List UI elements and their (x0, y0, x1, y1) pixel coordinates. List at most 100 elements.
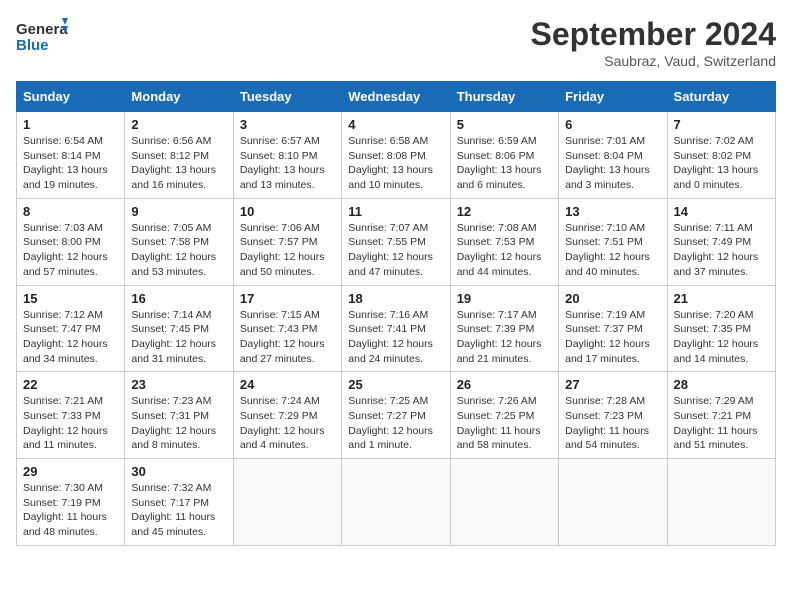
svg-text:General: General (16, 21, 68, 38)
day-info: Sunrise: 7:14 AM Sunset: 7:45 PM Dayligh… (131, 308, 226, 367)
day-number: 9 (131, 204, 226, 219)
day-info: Sunrise: 7:30 AM Sunset: 7:19 PM Dayligh… (23, 481, 118, 540)
day-number: 7 (674, 117, 769, 132)
calendar-cell: 21Sunrise: 7:20 AM Sunset: 7:35 PM Dayli… (667, 285, 775, 372)
calendar-cell: 9 Sunrise: 7:05 AM Sunset: 7:58 PM Daylig… (125, 198, 233, 285)
calendar-cell: 2 Sunrise: 6:56 AM Sunset: 8:12 PM Daylig… (125, 112, 233, 199)
day-of-week-row: SundayMondayTuesdayWednesdayThursdayFrid… (17, 82, 776, 112)
day-info: Sunrise: 6:57 AM Sunset: 8:10 PM Dayligh… (240, 134, 335, 193)
day-info: Sunrise: 7:03 AM Sunset: 8:00 PM Dayligh… (23, 221, 118, 280)
day-number: 1 (23, 117, 118, 132)
day-number: 19 (457, 291, 552, 306)
day-number: 21 (674, 291, 769, 306)
day-number: 4 (348, 117, 443, 132)
calendar-cell: 7 Sunrise: 7:02 AM Sunset: 8:02 PM Daylig… (667, 112, 775, 199)
dow-header: Thursday (450, 82, 558, 112)
calendar-cell: 23Sunrise: 7:23 AM Sunset: 7:31 PM Dayli… (125, 372, 233, 459)
day-info: Sunrise: 7:07 AM Sunset: 7:55 PM Dayligh… (348, 221, 443, 280)
calendar-cell: 19 Sunrise: 7:17 AM Sunset: 7:39 PM Dayli… (450, 285, 558, 372)
day-info: Sunrise: 7:24 AM Sunset: 7:29 PM Dayligh… (240, 394, 335, 453)
day-number: 5 (457, 117, 552, 132)
day-info: Sunrise: 7:06 AM Sunset: 7:57 PM Dayligh… (240, 221, 335, 280)
dow-header: Monday (125, 82, 233, 112)
day-number: 17 (240, 291, 335, 306)
day-number: 13 (565, 204, 660, 219)
month-title: September 2024 (531, 16, 776, 53)
calendar-cell (559, 459, 667, 546)
calendar-cell: 24 Sunrise: 7:24 AM Sunset: 7:29 PM Dayli… (233, 372, 341, 459)
calendar-cell: 13 Sunrise: 7:10 AM Sunset: 7:51 PM Dayli… (559, 198, 667, 285)
calendar-cell (450, 459, 558, 546)
title-block: September 2024 Saubraz, Vaud, Switzerlan… (531, 16, 776, 69)
day-number: 14 (674, 204, 769, 219)
dow-header: Tuesday (233, 82, 341, 112)
day-info: Sunrise: 7:21 AM Sunset: 7:33 PM Dayligh… (23, 394, 118, 453)
dow-header: Wednesday (342, 82, 450, 112)
calendar-cell: 15Sunrise: 7:12 AM Sunset: 7:47 PM Dayli… (17, 285, 125, 372)
calendar-cell: 27Sunrise: 7:28 AM Sunset: 7:23 PM Dayli… (559, 372, 667, 459)
day-number: 27 (565, 377, 660, 392)
calendar-cell: 22Sunrise: 7:21 AM Sunset: 7:33 PM Dayli… (17, 372, 125, 459)
day-info: Sunrise: 7:15 AM Sunset: 7:43 PM Dayligh… (240, 308, 335, 367)
day-number: 16 (131, 291, 226, 306)
calendar-cell: 4 Sunrise: 6:58 AM Sunset: 8:08 PM Daylig… (342, 112, 450, 199)
calendar-table: SundayMondayTuesdayWednesdayThursdayFrid… (16, 81, 776, 546)
logo-svg: General Blue (16, 16, 68, 56)
day-info: Sunrise: 7:17 AM Sunset: 7:39 PM Dayligh… (457, 308, 552, 367)
day-info: Sunrise: 7:16 AM Sunset: 7:41 PM Dayligh… (348, 308, 443, 367)
day-number: 6 (565, 117, 660, 132)
day-info: Sunrise: 6:56 AM Sunset: 8:12 PM Dayligh… (131, 134, 226, 193)
calendar-cell: 8 Sunrise: 7:03 AM Sunset: 8:00 PM Daylig… (17, 198, 125, 285)
calendar-cell: 17 Sunrise: 7:15 AM Sunset: 7:43 PM Dayli… (233, 285, 341, 372)
dow-header: Sunday (17, 82, 125, 112)
day-info: Sunrise: 7:10 AM Sunset: 7:51 PM Dayligh… (565, 221, 660, 280)
calendar-cell (233, 459, 341, 546)
calendar-cell (342, 459, 450, 546)
day-number: 30 (131, 464, 226, 479)
dow-header: Saturday (667, 82, 775, 112)
calendar-row: 15Sunrise: 7:12 AM Sunset: 7:47 PM Dayli… (17, 285, 776, 372)
day-number: 2 (131, 117, 226, 132)
calendar-row: 8 Sunrise: 7:03 AM Sunset: 8:00 PM Daylig… (17, 198, 776, 285)
day-number: 28 (674, 377, 769, 392)
calendar-cell: 28 Sunrise: 7:29 AM Sunset: 7:21 PM Dayli… (667, 372, 775, 459)
day-info: Sunrise: 7:25 AM Sunset: 7:27 PM Dayligh… (348, 394, 443, 453)
day-number: 11 (348, 204, 443, 219)
day-info: Sunrise: 7:19 AM Sunset: 7:37 PM Dayligh… (565, 308, 660, 367)
calendar-cell: 26 Sunrise: 7:26 AM Sunset: 7:25 PM Dayli… (450, 372, 558, 459)
calendar-cell: 30 Sunrise: 7:32 AM Sunset: 7:17 PM Dayli… (125, 459, 233, 546)
calendar-cell: 10 Sunrise: 7:06 AM Sunset: 7:57 PM Dayli… (233, 198, 341, 285)
day-number: 18 (348, 291, 443, 306)
day-number: 26 (457, 377, 552, 392)
calendar-body: 1 Sunrise: 6:54 AM Sunset: 8:14 PM Daylig… (17, 112, 776, 546)
day-info: Sunrise: 6:54 AM Sunset: 8:14 PM Dayligh… (23, 134, 118, 193)
day-info: Sunrise: 7:02 AM Sunset: 8:02 PM Dayligh… (674, 134, 769, 193)
day-number: 10 (240, 204, 335, 219)
day-number: 29 (23, 464, 118, 479)
calendar-row: 29 Sunrise: 7:30 AM Sunset: 7:19 PM Dayli… (17, 459, 776, 546)
day-info: Sunrise: 7:32 AM Sunset: 7:17 PM Dayligh… (131, 481, 226, 540)
day-info: Sunrise: 7:11 AM Sunset: 7:49 PM Dayligh… (674, 221, 769, 280)
calendar-cell: 25 Sunrise: 7:25 AM Sunset: 7:27 PM Dayli… (342, 372, 450, 459)
day-info: Sunrise: 6:58 AM Sunset: 8:08 PM Dayligh… (348, 134, 443, 193)
day-number: 23 (131, 377, 226, 392)
calendar-cell: 18 Sunrise: 7:16 AM Sunset: 7:41 PM Dayli… (342, 285, 450, 372)
calendar-cell: 12 Sunrise: 7:08 AM Sunset: 7:53 PM Dayli… (450, 198, 558, 285)
day-number: 12 (457, 204, 552, 219)
day-info: Sunrise: 6:59 AM Sunset: 8:06 PM Dayligh… (457, 134, 552, 193)
day-info: Sunrise: 7:05 AM Sunset: 7:58 PM Dayligh… (131, 221, 226, 280)
calendar-cell: 11 Sunrise: 7:07 AM Sunset: 7:55 PM Dayli… (342, 198, 450, 285)
calendar-cell: 5 Sunrise: 6:59 AM Sunset: 8:06 PM Daylig… (450, 112, 558, 199)
page-header: General Blue September 2024 Saubraz, Vau… (16, 16, 776, 69)
logo: General Blue (16, 16, 68, 56)
day-info: Sunrise: 7:26 AM Sunset: 7:25 PM Dayligh… (457, 394, 552, 453)
day-info: Sunrise: 7:01 AM Sunset: 8:04 PM Dayligh… (565, 134, 660, 193)
day-number: 8 (23, 204, 118, 219)
calendar-row: 1 Sunrise: 6:54 AM Sunset: 8:14 PM Daylig… (17, 112, 776, 199)
day-number: 24 (240, 377, 335, 392)
svg-text:Blue: Blue (16, 37, 49, 54)
calendar-cell: 6 Sunrise: 7:01 AM Sunset: 8:04 PM Daylig… (559, 112, 667, 199)
day-info: Sunrise: 7:08 AM Sunset: 7:53 PM Dayligh… (457, 221, 552, 280)
day-number: 25 (348, 377, 443, 392)
day-info: Sunrise: 7:29 AM Sunset: 7:21 PM Dayligh… (674, 394, 769, 453)
